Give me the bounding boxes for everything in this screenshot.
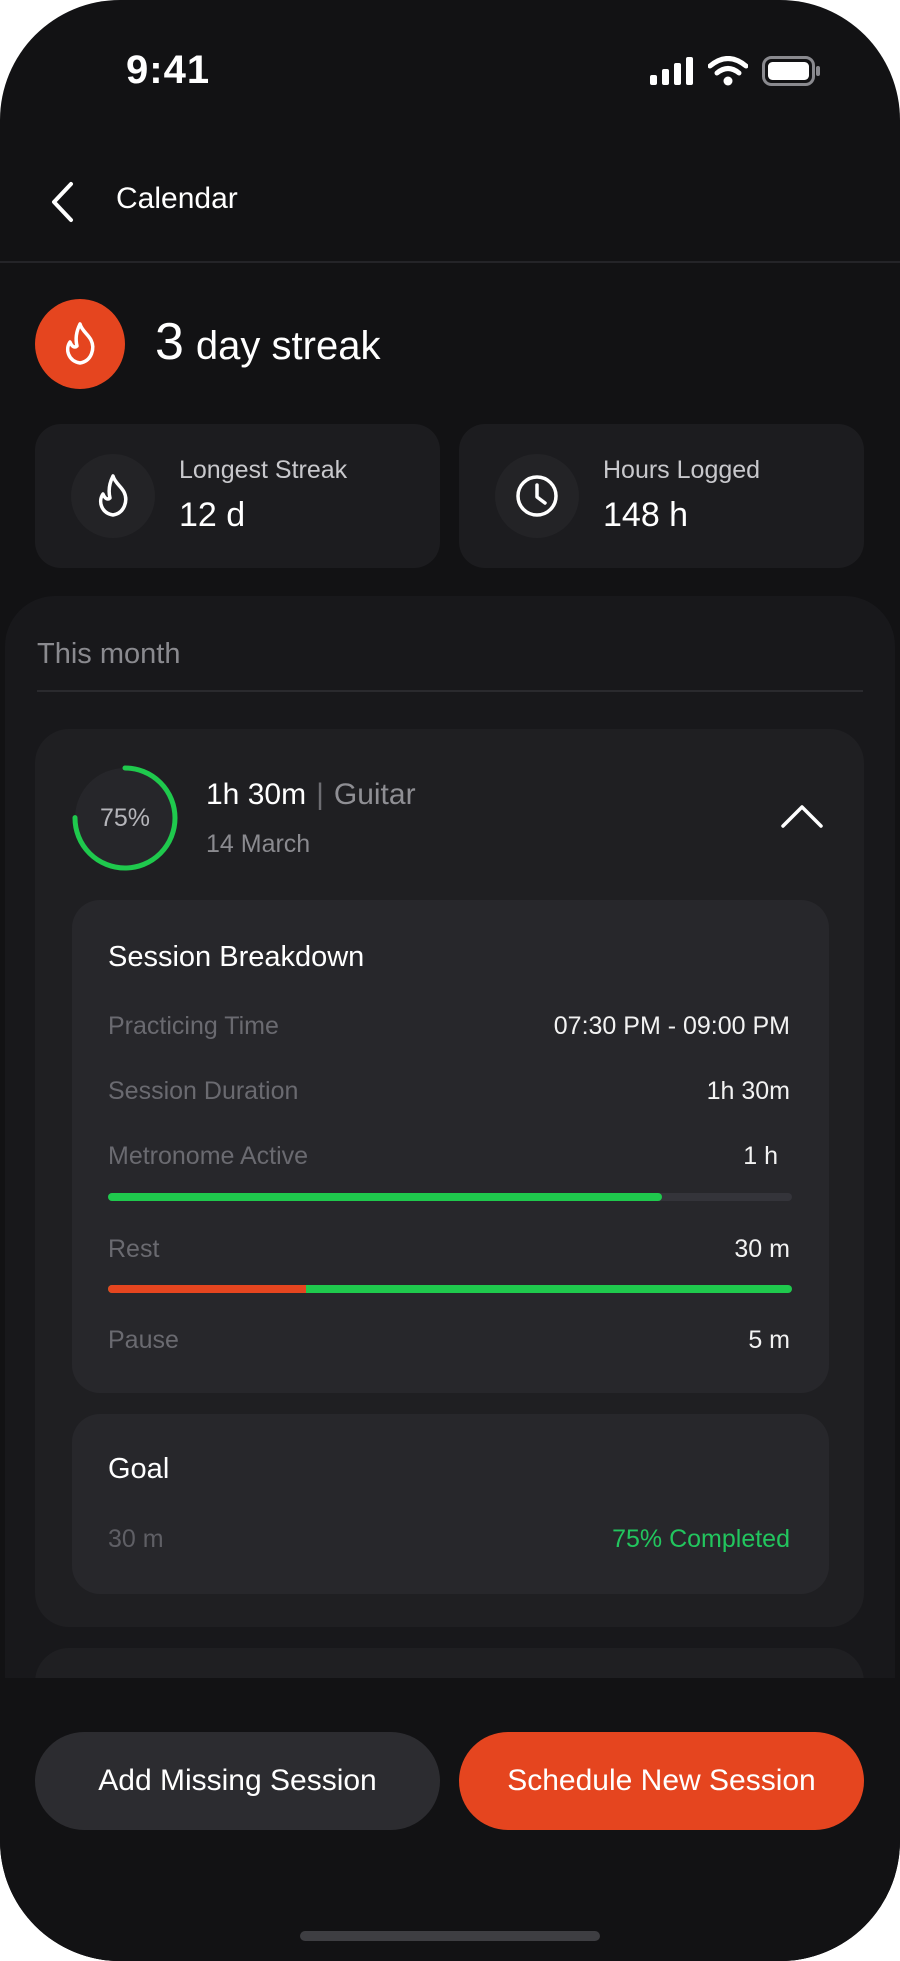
clock-icon — [516, 475, 558, 517]
stat-label: Hours Logged — [603, 456, 761, 484]
rest-label: Rest — [108, 1235, 160, 1263]
month-divider — [37, 690, 863, 692]
month-title: This month — [37, 638, 181, 670]
streak-badge — [35, 299, 125, 389]
chevron-up-icon — [781, 805, 823, 828]
header: Calendar — [0, 150, 900, 262]
back-button[interactable] — [40, 174, 84, 230]
stat-value: 12 d — [179, 496, 246, 534]
streak-text: 3 day streak — [155, 312, 380, 372]
stat-value: 148 h — [603, 496, 689, 534]
stat-icon-wrapper — [495, 454, 579, 538]
flame-icon — [99, 474, 128, 517]
session-date: 14 March — [206, 830, 311, 858]
session-separator: | — [316, 778, 324, 811]
stat-card-hours-logged: Hours Logged 148 h — [459, 424, 864, 568]
metronome-label: Metronome Active — [108, 1142, 309, 1170]
progress-ring-label: 75% — [99, 803, 151, 832]
session-duration: 1h 30m — [206, 778, 307, 811]
home-indicator — [300, 1931, 600, 1941]
metronome-progress-fill — [108, 1193, 663, 1201]
chevron-left-icon — [52, 182, 73, 222]
streak-count: 3 — [155, 313, 184, 371]
collapse-button[interactable] — [774, 796, 830, 836]
metronome-progress-bar — [108, 1193, 792, 1201]
goal-card — [72, 1414, 829, 1594]
practicing-time-label: Practicing Time — [108, 1012, 279, 1040]
rest-value: 30 m — [734, 1235, 790, 1263]
goal-status: 75% Completed — [612, 1525, 790, 1553]
phone-screen: 9:41 Calendar 3 day streak Longest Strea… — [0, 0, 900, 1961]
goal-title: Goal — [108, 1453, 170, 1485]
pause-label: Pause — [108, 1326, 179, 1354]
streak-label: day streak — [195, 324, 381, 368]
breakdown-title: Session Breakdown — [108, 941, 365, 973]
pause-value: 5 m — [748, 1326, 790, 1354]
metronome-value: 1 h — [743, 1142, 778, 1170]
battery-icon — [762, 56, 820, 86]
practicing-time-value: 07:30 PM - 09:00 PM — [553, 1012, 790, 1040]
session-title: 1h 30m | Guitar — [206, 778, 416, 812]
signal-icon — [650, 57, 693, 85]
stat-label: Longest Streak — [179, 456, 348, 484]
session-instrument: Guitar — [333, 778, 416, 811]
status-icons — [650, 56, 822, 86]
page-title: Calendar — [116, 182, 238, 215]
header-divider — [0, 261, 900, 263]
schedule-new-session-button[interactable]: Schedule New Session — [459, 1732, 864, 1830]
session-duration-value: 1h 30m — [706, 1077, 790, 1105]
rest-progress-bar — [108, 1285, 792, 1293]
add-missing-session-button[interactable]: Add Missing Session — [35, 1732, 440, 1830]
stat-card-longest-streak: Longest Streak 12 d — [35, 424, 440, 568]
wifi-icon — [708, 56, 748, 86]
stat-icon-wrapper — [71, 454, 155, 538]
rest-progress-fill — [108, 1285, 307, 1293]
status-time: 9:41 — [126, 48, 211, 92]
flame-icon — [66, 322, 95, 365]
goal-target: 30 m — [108, 1525, 164, 1553]
session-duration-label: Session Duration — [108, 1077, 299, 1105]
